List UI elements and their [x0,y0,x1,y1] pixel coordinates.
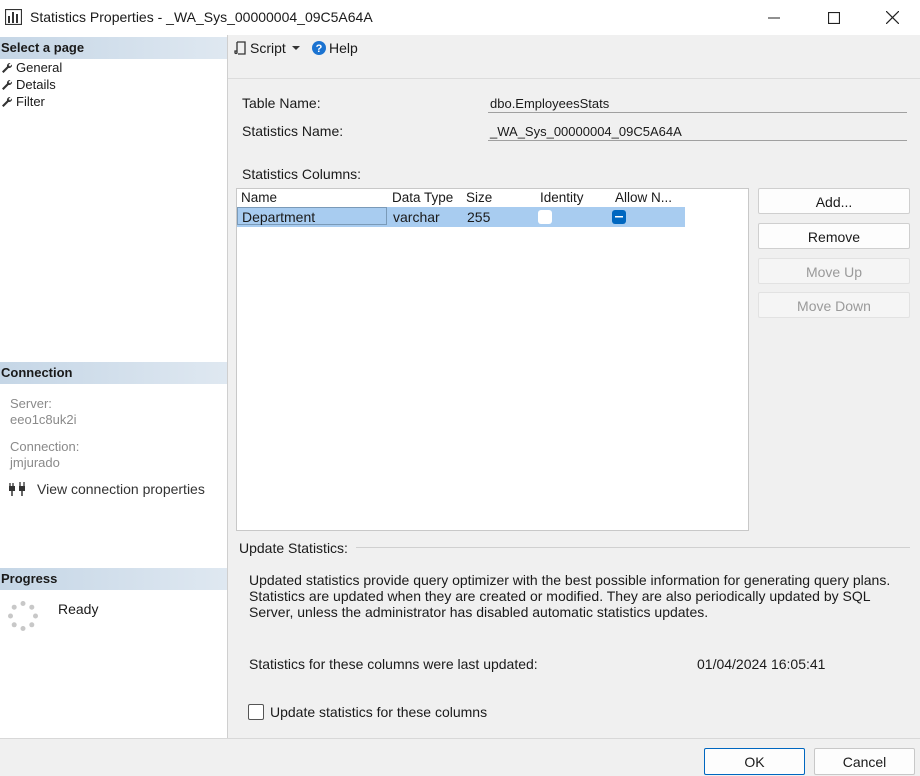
cancel-button[interactable]: Cancel [814,748,915,775]
minimize-icon [768,17,780,18]
cell-size: 255 [467,209,491,225]
update-statistics-group-label: Update Statistics: [239,540,348,556]
help-icon: ? [312,41,326,55]
column-header-data-type[interactable]: Data Type [392,189,464,207]
maximize-button[interactable] [806,0,862,35]
script-icon [234,41,246,55]
connection-header: Connection [0,362,227,384]
last-updated-value: 01/04/2024 16:05:41 [697,656,826,672]
progress-spinner-icon [8,601,38,631]
footer-divider [0,738,920,739]
wrench-icon [2,79,13,90]
title-bar: Statistics Properties - _WA_Sys_00000004… [0,0,920,35]
statistics-name-label: Statistics Name: [242,123,344,139]
maximize-icon [828,11,840,24]
column-header-size[interactable]: Size [466,189,538,207]
close-button[interactable] [864,0,920,35]
server-label: Server: [10,396,52,411]
progress-header: Progress [0,568,227,590]
connection-value: jmjurado [10,455,60,470]
group-divider [356,547,910,548]
left-pane [0,35,228,738]
view-connection-properties-label: View connection properties [37,481,205,497]
update-statistics-description: Updated statistics provide query optimiz… [249,572,891,620]
move-down-button[interactable]: Move Down [758,292,910,318]
cell-data-type: varchar [393,209,440,225]
column-header-identity[interactable]: Identity [540,189,612,207]
close-icon [885,11,899,24]
column-header-allow-nulls[interactable]: Allow N... [615,189,685,207]
cell-name: Department [242,209,316,225]
page-item-label: General [16,60,63,75]
statistics-columns-grid[interactable]: Name Data Type Size Identity Allow N... … [236,188,749,531]
wrench-icon [2,96,13,107]
script-button[interactable]: Script [234,40,303,56]
page-item-details[interactable]: Details [1,76,56,93]
wrench-icon [2,62,13,73]
view-connection-properties-link[interactable]: View connection properties [8,481,205,497]
table-name-label: Table Name: [242,95,321,111]
script-label: Script [250,40,286,56]
bar-chart-icon [5,9,22,25]
help-button[interactable]: ? Help [312,40,358,56]
statistics-columns-label: Statistics Columns: [242,166,362,182]
update-statistics-checkbox[interactable] [248,704,264,720]
remove-button[interactable]: Remove [758,223,910,249]
page-item-label: Filter [16,94,45,109]
window-title: Statistics Properties - _WA_Sys_00000004… [30,9,373,25]
dropdown-arrow-icon [291,46,300,50]
add-button[interactable]: Add... [758,188,910,214]
plug-icon [9,482,25,496]
table-name-field[interactable]: dbo.EmployeesStats [488,95,907,113]
update-statistics-checkbox-row[interactable]: Update statistics for these columns [248,704,487,720]
progress-status: Ready [58,601,99,617]
page-item-label: Details [16,77,56,92]
page-item-general[interactable]: General [1,59,62,76]
page-item-filter[interactable]: Filter [1,93,45,110]
column-header-name[interactable]: Name [241,189,387,207]
help-label: Help [329,40,358,56]
toolbar: Script ? Help [228,35,920,79]
connection-label: Connection: [10,439,80,454]
update-statistics-checkbox-label: Update statistics for these columns [270,704,488,720]
allow-nulls-checkbox[interactable] [612,210,626,224]
move-up-button[interactable]: Move Up [758,258,910,284]
ok-button[interactable]: OK [704,748,805,775]
statistics-name-field[interactable]: _WA_Sys_00000004_09C5A64A [488,123,907,141]
last-updated-label: Statistics for these columns were last u… [249,656,538,672]
server-value: eeo1c8uk2i [10,412,77,427]
svg-text:?: ? [316,43,323,55]
indeterminate-icon [615,216,623,218]
identity-checkbox[interactable] [538,210,552,224]
minimize-button[interactable] [746,0,802,35]
select-page-header: Select a page [0,37,227,59]
